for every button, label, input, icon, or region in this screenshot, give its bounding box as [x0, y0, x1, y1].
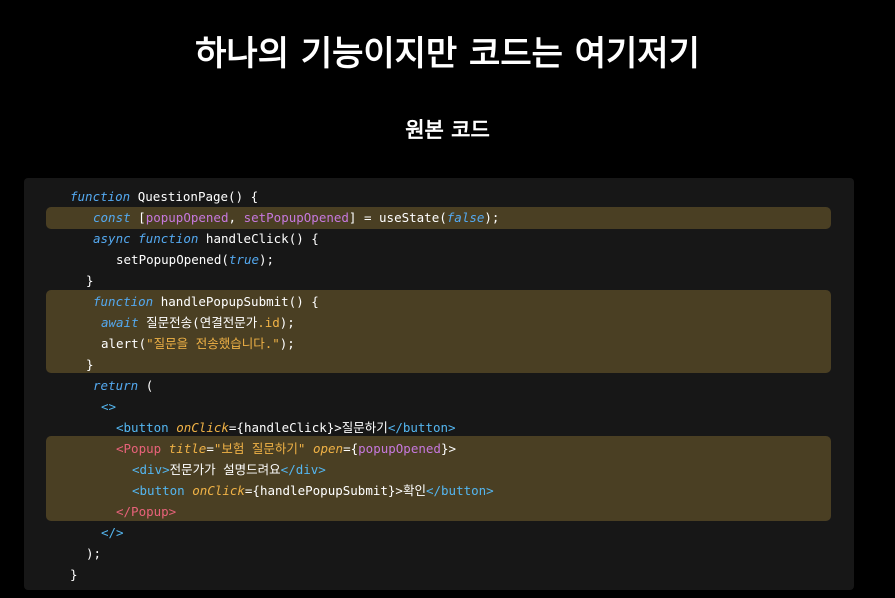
- code-line: const [popupOpened, setPopupOpened] = us…: [93, 210, 500, 225]
- code-line: );: [86, 546, 102, 561]
- section-subtitle: 원본 코드: [405, 118, 490, 142]
- code-line: </>: [101, 525, 124, 540]
- code-line: <button onClick={handlePopupSubmit}>확인</…: [132, 483, 494, 498]
- code-line: setPopupOpened(true);: [116, 252, 275, 267]
- code-line: await 질문전송(연결전문가.id);: [101, 315, 295, 330]
- code-line: }: [86, 357, 94, 372]
- code-line: }: [86, 273, 94, 288]
- page-title: 하나의 기능이지만 코드는 여기저기: [195, 34, 700, 74]
- code-line: alert("질문을 전송했습니다.");: [101, 336, 295, 351]
- code-line: return (: [93, 378, 154, 393]
- code-line: <button onClick={handleClick}>질문하기</butt…: [116, 420, 456, 435]
- code-line: <div>전문가가 설명드려요</div>: [132, 462, 326, 477]
- code-line: async function handleClick() {: [93, 231, 319, 246]
- code-line: </Popup>: [116, 504, 177, 519]
- code-line: function handlePopupSubmit() {: [93, 294, 319, 309]
- code-line: <Popup title="보험 질문하기" open={popupOpened…: [116, 441, 456, 456]
- code-line: <>: [101, 399, 117, 414]
- code-line: }: [70, 567, 78, 582]
- code-line: function QuestionPage() {: [70, 189, 259, 204]
